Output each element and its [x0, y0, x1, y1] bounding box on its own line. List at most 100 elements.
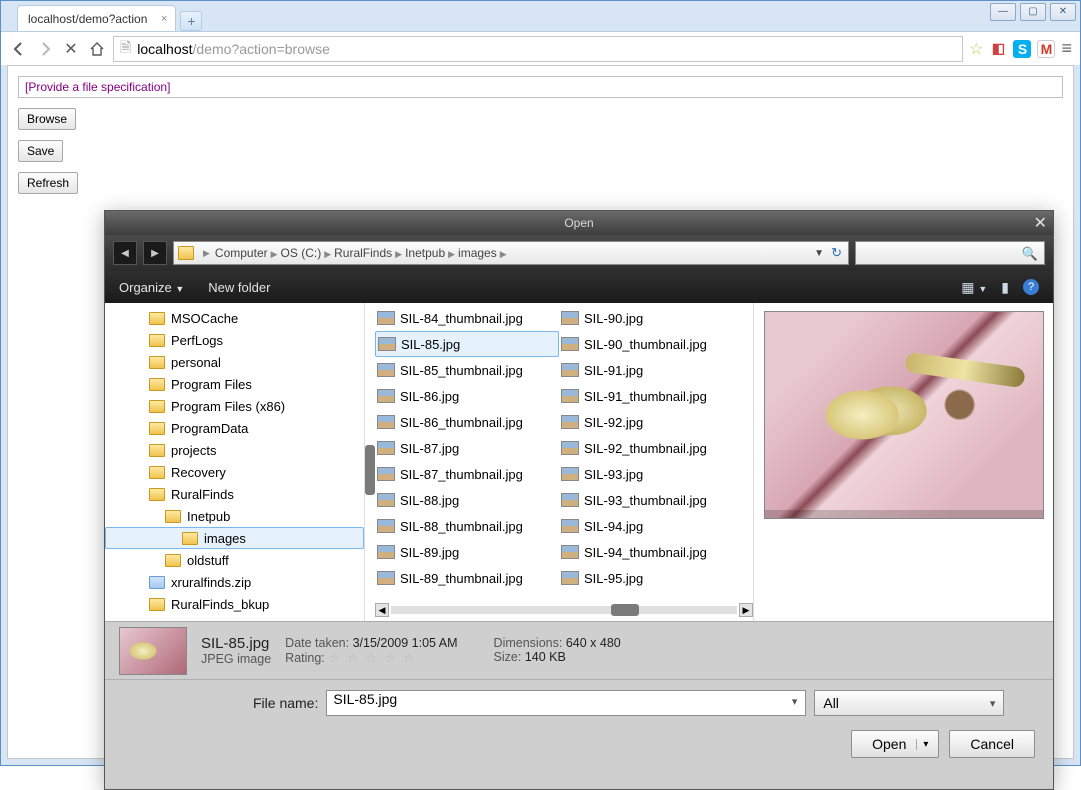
tree-item[interactable]: PerfLogs — [105, 329, 364, 351]
maximize-button[interactable]: ▢ — [1020, 3, 1046, 21]
view-mode-icon[interactable]: ▦ ▼ — [961, 279, 987, 296]
stop-button[interactable]: ✕ — [61, 39, 81, 59]
scrollbar-thumb[interactable] — [611, 604, 639, 616]
tree-item[interactable]: personal — [105, 351, 364, 373]
tree-item[interactable]: RuralFinds — [105, 483, 364, 505]
extension-block-icon[interactable]: ◧ — [989, 40, 1007, 58]
file-item-label: SIL-85.jpg — [401, 337, 460, 352]
tree-item[interactable]: projects — [105, 439, 364, 461]
tree-item[interactable]: ProgramData — [105, 417, 364, 439]
nav-back-button[interactable]: ◀ — [113, 241, 137, 265]
tree-item[interactable]: Inetpub — [105, 505, 364, 527]
preview-image — [764, 311, 1044, 519]
file-item[interactable]: SIL-86.jpg — [375, 383, 559, 409]
tree-item[interactable]: Recovery — [105, 461, 364, 483]
file-item[interactable]: SIL-95.jpg — [559, 565, 733, 591]
folder-icon — [182, 532, 198, 545]
file-item[interactable]: SIL-87.jpg — [375, 435, 559, 461]
folder-tree[interactable]: MSOCachePerfLogspersonalProgram FilesPro… — [105, 303, 365, 621]
scrollbar-thumb[interactable] — [365, 445, 375, 495]
dialog-titlebar: Open ✕ — [105, 211, 1053, 235]
file-item[interactable]: SIL-84_thumbnail.jpg — [375, 305, 559, 331]
tab-close-icon[interactable]: × — [161, 13, 167, 25]
tree-item[interactable]: RuralFinds_bkup — [105, 593, 364, 615]
close-button[interactable]: ✕ — [1050, 3, 1076, 21]
url-host: localhost — [137, 41, 192, 57]
search-input[interactable]: 🔍 — [855, 241, 1045, 265]
tree-item[interactable]: MSOCache — [105, 307, 364, 329]
save-button[interactable]: Save — [18, 140, 63, 162]
file-item[interactable]: SIL-90.jpg — [559, 305, 733, 331]
help-icon[interactable]: ? — [1023, 279, 1039, 295]
forward-button[interactable] — [35, 39, 55, 59]
file-spec-input[interactable] — [18, 76, 1063, 98]
file-item[interactable]: SIL-90_thumbnail.jpg — [559, 331, 733, 357]
bookmark-star-icon[interactable]: ☆ — [969, 39, 983, 59]
horizontal-scrollbar[interactable]: ◀ ▶ — [375, 603, 753, 617]
minimize-button[interactable]: — — [990, 3, 1016, 21]
scroll-right-icon[interactable]: ▶ — [739, 603, 753, 617]
zip-icon — [149, 576, 165, 589]
nav-forward-button[interactable]: ▶ — [143, 241, 167, 265]
file-item-label: SIL-94.jpg — [584, 519, 643, 534]
open-split-icon[interactable]: ▾ — [916, 739, 934, 750]
folder-icon — [149, 598, 165, 611]
address-bar[interactable]: 🗎 localhost/demo?action=browse — [113, 36, 963, 62]
file-item[interactable]: SIL-88.jpg — [375, 487, 559, 513]
back-button[interactable] — [9, 39, 29, 59]
breadcrumb-bar[interactable]: ▶ Computer▶OS (C:)▶RuralFinds▶Inetpub▶im… — [173, 241, 849, 265]
image-file-icon — [377, 389, 395, 403]
skype-icon[interactable]: S — [1013, 40, 1031, 58]
image-file-icon — [561, 467, 579, 481]
breadcrumb-segment[interactable]: Inetpub — [405, 246, 445, 260]
browse-button[interactable]: Browse — [18, 108, 76, 130]
file-item[interactable]: SIL-88_thumbnail.jpg — [375, 513, 559, 539]
new-tab-button[interactable]: + — [180, 11, 202, 31]
home-button[interactable] — [87, 39, 107, 59]
file-item[interactable]: SIL-89.jpg — [375, 539, 559, 565]
open-button[interactable]: Open▾ — [851, 730, 939, 758]
file-item[interactable]: SIL-85.jpg — [375, 331, 559, 357]
file-item[interactable]: SIL-93_thumbnail.jpg — [559, 487, 733, 513]
browser-tab[interactable]: localhost/demo?action × — [17, 5, 176, 31]
file-item[interactable]: SIL-92_thumbnail.jpg — [559, 435, 733, 461]
rating-stars[interactable]: ☆ ☆ ☆ ☆ ☆ — [328, 651, 416, 665]
organize-menu[interactable]: Organize ▼ — [119, 280, 184, 295]
dialog-close-icon[interactable]: ✕ — [1034, 213, 1047, 233]
file-item-label: SIL-84_thumbnail.jpg — [400, 311, 523, 326]
breadcrumb-segment[interactable]: images — [458, 246, 497, 260]
cancel-button[interactable]: Cancel — [949, 730, 1035, 758]
new-folder-button[interactable]: New folder — [208, 280, 270, 295]
breadcrumb-refresh-icon[interactable]: ↻ — [831, 245, 842, 261]
tree-item[interactable]: xruralfinds.zip — [105, 571, 364, 593]
gmail-icon[interactable]: M — [1037, 40, 1055, 58]
file-item[interactable]: SIL-94_thumbnail.jpg — [559, 539, 733, 565]
breadcrumb-segment[interactable]: OS (C:) — [281, 246, 322, 260]
file-item[interactable]: SIL-93.jpg — [559, 461, 733, 487]
file-item[interactable]: SIL-91.jpg — [559, 357, 733, 383]
filename-input[interactable]: SIL-85.jpg — [326, 690, 806, 716]
file-item[interactable]: SIL-86_thumbnail.jpg — [375, 409, 559, 435]
breadcrumb-dropdown-icon[interactable]: ▼ — [814, 248, 824, 259]
file-item[interactable]: SIL-87_thumbnail.jpg — [375, 461, 559, 487]
tree-item[interactable]: Program Files — [105, 373, 364, 395]
file-item[interactable]: SIL-89_thumbnail.jpg — [375, 565, 559, 591]
tree-item[interactable]: images — [105, 527, 364, 549]
preview-pane-icon[interactable]: ▮ — [1001, 279, 1009, 296]
file-item[interactable]: SIL-94.jpg — [559, 513, 733, 539]
filetype-filter[interactable]: All — [814, 690, 1004, 716]
file-item[interactable]: SIL-91_thumbnail.jpg — [559, 383, 733, 409]
file-item[interactable]: SIL-85_thumbnail.jpg — [375, 357, 559, 383]
vertical-scrollbar[interactable] — [365, 305, 375, 597]
tree-item[interactable]: Program Files (x86) — [105, 395, 364, 417]
refresh-button[interactable]: Refresh — [18, 172, 78, 194]
image-file-icon — [561, 311, 579, 325]
breadcrumb-segment[interactable]: RuralFinds — [334, 246, 392, 260]
breadcrumb-segment[interactable]: Computer — [215, 246, 268, 260]
dimensions-value: 640 x 480 — [566, 636, 621, 650]
scroll-left-icon[interactable]: ◀ — [375, 603, 389, 617]
tree-item-label: RuralFinds_bkup — [171, 597, 269, 612]
tree-item[interactable]: oldstuff — [105, 549, 364, 571]
file-item[interactable]: SIL-92.jpg — [559, 409, 733, 435]
hamburger-menu-icon[interactable]: ≡ — [1061, 38, 1072, 59]
